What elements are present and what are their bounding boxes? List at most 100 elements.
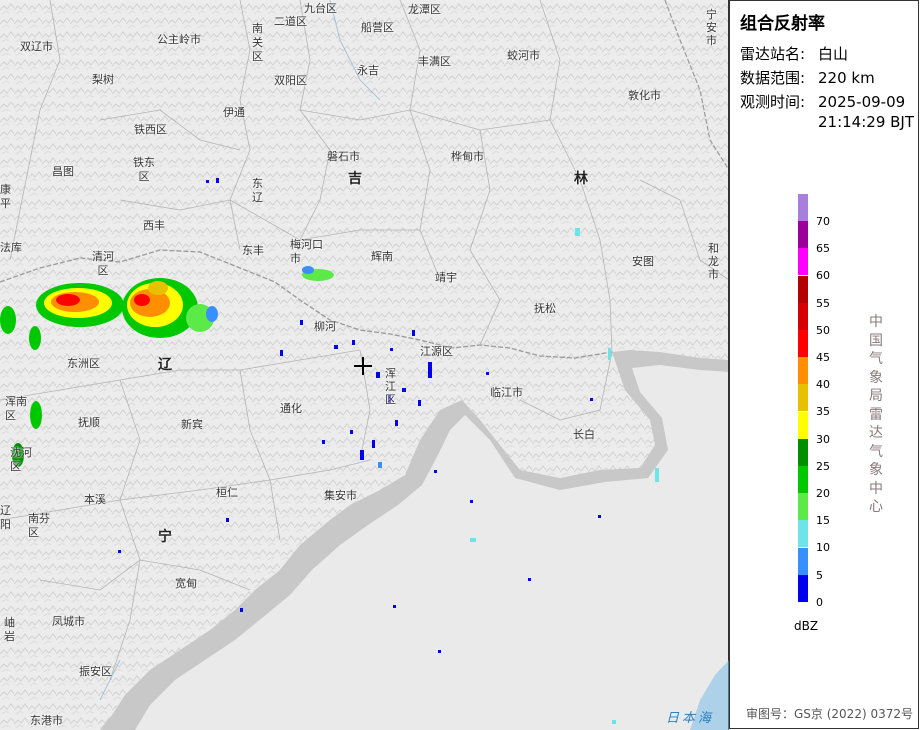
legend-swatch — [798, 302, 808, 330]
legend-swatch — [798, 466, 808, 493]
place-label: 双辽市 — [20, 40, 53, 53]
province-label-ning: 宁 — [158, 529, 172, 545]
legend-swatch — [798, 438, 808, 466]
legend-swatch — [798, 574, 808, 602]
agency-char: 国 — [869, 332, 883, 349]
legend-tick-label: 55 — [816, 296, 830, 310]
place-label: 康平 — [0, 183, 11, 210]
place-label: 新宾 — [181, 418, 203, 431]
legend-tick-label: 10 — [816, 541, 830, 555]
place-label: 桦甸市 — [451, 150, 484, 163]
range-value: 220 km — [818, 69, 875, 87]
place-label: 东丰 — [242, 244, 264, 257]
place-label: 抚松 — [534, 302, 556, 315]
place-label: 集安市 — [324, 489, 357, 502]
agency-char: 气 — [869, 443, 883, 460]
legend-swatch — [798, 547, 808, 575]
radar-site-crosshair-icon — [354, 357, 372, 375]
legend-tick-label: 15 — [816, 514, 830, 528]
legend-tick-label: 65 — [816, 242, 830, 256]
legend-swatch — [798, 357, 808, 385]
place-label: 南关区 — [252, 22, 263, 63]
place-label: 长白 — [573, 428, 595, 441]
info-panel: 组合反射率 雷达站名: 白山 数据范围: 220 km 观测时间: 2025-09-0… — [729, 0, 919, 729]
sea-label: 日本海 — [666, 711, 715, 726]
place-label: 抚顺 — [78, 416, 100, 429]
place-label: 九台区 — [304, 2, 337, 15]
agency-char: 中 — [869, 480, 883, 497]
legend-tick-label: 35 — [816, 405, 830, 419]
place-label: 岫岩 — [4, 616, 15, 643]
agency-char: 中 — [869, 314, 883, 330]
legend-swatch — [798, 330, 808, 357]
time-value: 2025-09-09 21:14:29 BJT — [818, 92, 914, 132]
agency-char: 象 — [869, 369, 883, 386]
place-label: 梨树 — [92, 73, 114, 86]
radar-viewer: 吉 林 辽 宁 日本海 九台区 龙潭区 宁安市 双辽市 公主岭市 南关区 二道区… — [0, 0, 920, 730]
legend-tick-label: 25 — [816, 459, 830, 473]
range-label: 数据范围: — [740, 69, 806, 87]
legend-swatch — [798, 248, 808, 276]
place-label: 宁安市 — [706, 8, 717, 47]
place-label: 双阳区 — [274, 74, 307, 87]
agency-name: 中国气象局雷达气象中心 — [868, 313, 884, 517]
place-label: 本溪 — [84, 493, 106, 506]
province-label-lin: 林 — [574, 171, 588, 187]
place-label: 昌图 — [52, 165, 74, 178]
legend-tick-label: 50 — [816, 323, 830, 337]
place-label: 蛟河市 — [507, 49, 540, 62]
place-label: 浑江区 — [385, 367, 396, 406]
place-label: 清河区 — [92, 250, 114, 277]
place-label: 沈河区 — [10, 446, 32, 473]
place-label: 临江市 — [490, 386, 523, 399]
place-label: 铁东区 — [133, 156, 155, 183]
legend-tick-label: 20 — [816, 487, 830, 500]
time-label: 观测时间: — [740, 93, 806, 111]
place-label: 东辽 — [252, 177, 263, 204]
place-label: 敦化市 — [628, 89, 661, 102]
place-label: 永吉 — [357, 64, 379, 77]
place-label: 辉南 — [371, 250, 393, 263]
station-row: 雷达站名: 白山 — [740, 44, 848, 64]
agency-char: 气 — [869, 351, 883, 367]
place-label: 梅河口市 — [290, 238, 323, 265]
legend-tick-label: 70 — [816, 215, 830, 228]
place-label: 安图 — [632, 255, 654, 268]
place-label: 东洲区 — [67, 357, 100, 370]
legend-tick-label: 0 — [816, 595, 823, 609]
legend-tick-label: 40 — [816, 378, 830, 392]
agency-char: 心 — [869, 499, 883, 515]
station-label: 雷达站名: — [740, 45, 806, 63]
time-clock: 21:14:29 BJT — [818, 113, 915, 131]
radar-map[interactable]: 吉 林 辽 宁 日本海 九台区 龙潭区 宁安市 双辽市 公主岭市 南关区 二道区… — [0, 0, 729, 730]
place-label: 法库 — [0, 241, 22, 254]
place-label: 辽阳 — [0, 504, 11, 531]
place-label: 公主岭市 — [157, 33, 201, 46]
map-approval-number: 审图号：GS京 (2022) 0372号 — [746, 707, 913, 721]
province-label-liao: 辽 — [158, 357, 172, 373]
place-label: 通化 — [280, 402, 302, 415]
agency-char: 雷 — [869, 406, 883, 423]
agency-char: 象 — [869, 462, 883, 478]
place-label: 伊通 — [223, 106, 245, 119]
station-value: 白山 — [818, 45, 849, 63]
place-label: 靖宇 — [435, 271, 457, 284]
agency-char: 局 — [869, 388, 883, 404]
legend-tick-label: 45 — [816, 351, 830, 364]
place-label: 磐石市 — [327, 150, 360, 163]
place-label: 和龙市 — [708, 242, 719, 281]
province-label-ji: 吉 — [348, 171, 362, 187]
legend-tick-label: 5 — [816, 568, 823, 582]
legend-swatch — [798, 520, 808, 548]
product-title: 组合反射率 — [740, 14, 825, 34]
place-label: 西丰 — [143, 219, 165, 232]
legend-unit: dBZ — [794, 619, 819, 633]
place-label: 东港市 — [30, 714, 63, 727]
legend-swatch — [798, 411, 808, 439]
range-row: 数据范围: 220 km — [740, 68, 875, 88]
legend-swatch — [798, 384, 808, 412]
place-label: 宽甸 — [175, 577, 197, 590]
place-label: 桓仁 — [216, 486, 238, 499]
time-date: 2025-09-09 — [818, 93, 906, 111]
place-label: 浑南区 — [5, 395, 27, 422]
